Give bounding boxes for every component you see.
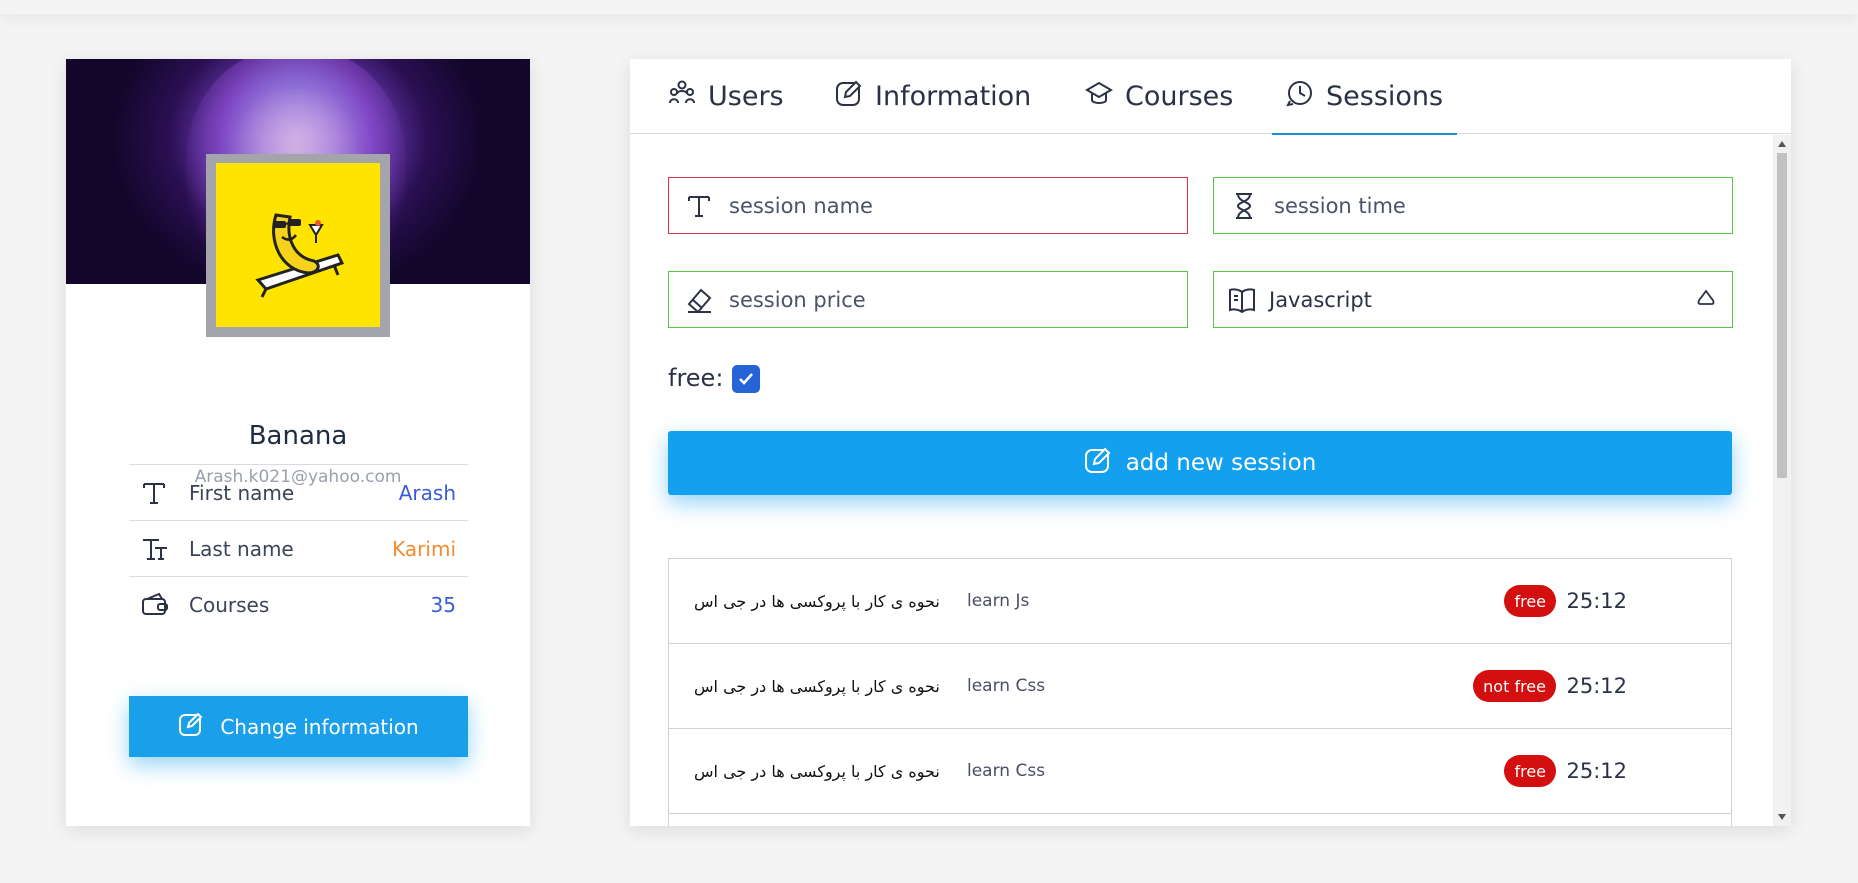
edit-icon bbox=[178, 711, 204, 742]
profile-info-table: First name Arash Last name Karimi Course… bbox=[129, 464, 468, 632]
tab-label: Information bbox=[875, 81, 1032, 112]
session-course: learn Js bbox=[967, 591, 1030, 611]
session-course: learn Css bbox=[967, 761, 1046, 781]
course-select-value: Javascript bbox=[1269, 287, 1372, 312]
profile-name: Banana bbox=[248, 421, 348, 451]
status-badge: not free bbox=[1473, 670, 1556, 702]
text-icon bbox=[129, 480, 169, 506]
session-price-field[interactable] bbox=[668, 271, 1188, 328]
session-name-input[interactable] bbox=[729, 185, 1149, 226]
session-title: نحوه ی کار با پروکسی ها در جی اس bbox=[694, 591, 940, 611]
scroll-down-icon[interactable] bbox=[1778, 814, 1786, 820]
change-information-label: Change information bbox=[220, 714, 419, 739]
users-icon bbox=[668, 79, 696, 114]
hourglass-icon bbox=[1214, 192, 1274, 220]
session-title: نحوه ی کار با پروکسی ها در جی اس bbox=[694, 761, 940, 781]
list-item[interactable] bbox=[669, 814, 1731, 826]
session-icon bbox=[1286, 79, 1314, 114]
tab-courses[interactable]: Courses bbox=[1085, 59, 1233, 134]
wallet-icon bbox=[129, 592, 169, 618]
session-time-field[interactable] bbox=[1213, 177, 1733, 234]
tab-label: Users bbox=[708, 81, 784, 112]
edit-icon bbox=[835, 79, 863, 114]
graduation-cap-icon bbox=[1085, 79, 1113, 114]
eraser-icon bbox=[669, 286, 729, 314]
info-row-courses: Courses 35 bbox=[129, 576, 468, 632]
avatar-frame bbox=[206, 154, 390, 337]
text-height-icon bbox=[129, 536, 169, 562]
tab-label: Sessions bbox=[1326, 81, 1444, 112]
tab-information[interactable]: Information bbox=[835, 59, 1031, 134]
session-time: 25:12 bbox=[1566, 674, 1627, 698]
change-information-button[interactable]: Change information bbox=[129, 696, 468, 757]
tab-bar: Users Information Courses Sessions bbox=[630, 59, 1791, 135]
course-select[interactable]: Javascript bbox=[1213, 271, 1733, 328]
list-item[interactable]: نحوه ی کار با پروکسی ها در جی اس learn C… bbox=[669, 729, 1731, 814]
tab-users[interactable]: Users bbox=[668, 59, 784, 134]
scrollbar[interactable] bbox=[1773, 135, 1791, 826]
text-icon bbox=[669, 193, 729, 219]
tab-sessions[interactable]: Sessions bbox=[1271, 59, 1458, 135]
list-item[interactable]: نحوه ی کار با پروکسی ها در جی اس learn J… bbox=[669, 559, 1731, 644]
info-value: Arash bbox=[398, 480, 456, 505]
sessions-list: نحوه ی کار با پروکسی ها در جی اس learn J… bbox=[668, 558, 1732, 826]
info-row-first-name: First name Arash bbox=[129, 464, 468, 520]
info-label: Last name bbox=[189, 536, 294, 561]
status-badge: free bbox=[1504, 585, 1556, 617]
add-new-session-label: add new session bbox=[1125, 450, 1317, 476]
list-item[interactable]: نحوه ی کار با پروکسی ها در جی اس learn C… bbox=[669, 644, 1731, 729]
banana-avatar-icon bbox=[255, 213, 345, 298]
session-time-input[interactable] bbox=[1274, 185, 1694, 226]
status-badge: free bbox=[1504, 755, 1556, 787]
avatar bbox=[216, 163, 380, 327]
tab-label: Courses bbox=[1125, 81, 1234, 112]
chevron-up-icon bbox=[1696, 288, 1716, 313]
top-bar bbox=[0, 0, 1858, 14]
session-name-field[interactable] bbox=[668, 177, 1188, 234]
session-course: learn Css bbox=[967, 676, 1046, 696]
info-value: 35 bbox=[430, 592, 456, 617]
free-checkbox[interactable] bbox=[732, 365, 760, 393]
session-time: 25:12 bbox=[1566, 759, 1627, 783]
info-label: First name bbox=[189, 480, 295, 505]
info-label: Courses bbox=[189, 592, 270, 617]
session-price-input[interactable] bbox=[729, 279, 1149, 320]
add-new-session-button[interactable]: add new session bbox=[668, 431, 1732, 495]
scroll-thumb[interactable] bbox=[1777, 153, 1787, 478]
profile-card: Banana Arash.k021@yahoo.com First name A… bbox=[66, 59, 530, 826]
session-time: 25:12 bbox=[1566, 589, 1627, 613]
info-value: Karimi bbox=[392, 536, 456, 561]
free-label: free: bbox=[668, 364, 724, 392]
sessions-panel: Users Information Courses Sessions sessi… bbox=[630, 59, 1791, 826]
check-icon bbox=[739, 373, 753, 385]
book-icon bbox=[1214, 287, 1269, 313]
scroll-up-icon[interactable] bbox=[1778, 141, 1786, 147]
session-title: نحوه ی کار با پروکسی ها در جی اس bbox=[694, 676, 940, 696]
info-row-last-name: Last name Karimi bbox=[129, 520, 468, 576]
edit-icon bbox=[1084, 446, 1112, 480]
